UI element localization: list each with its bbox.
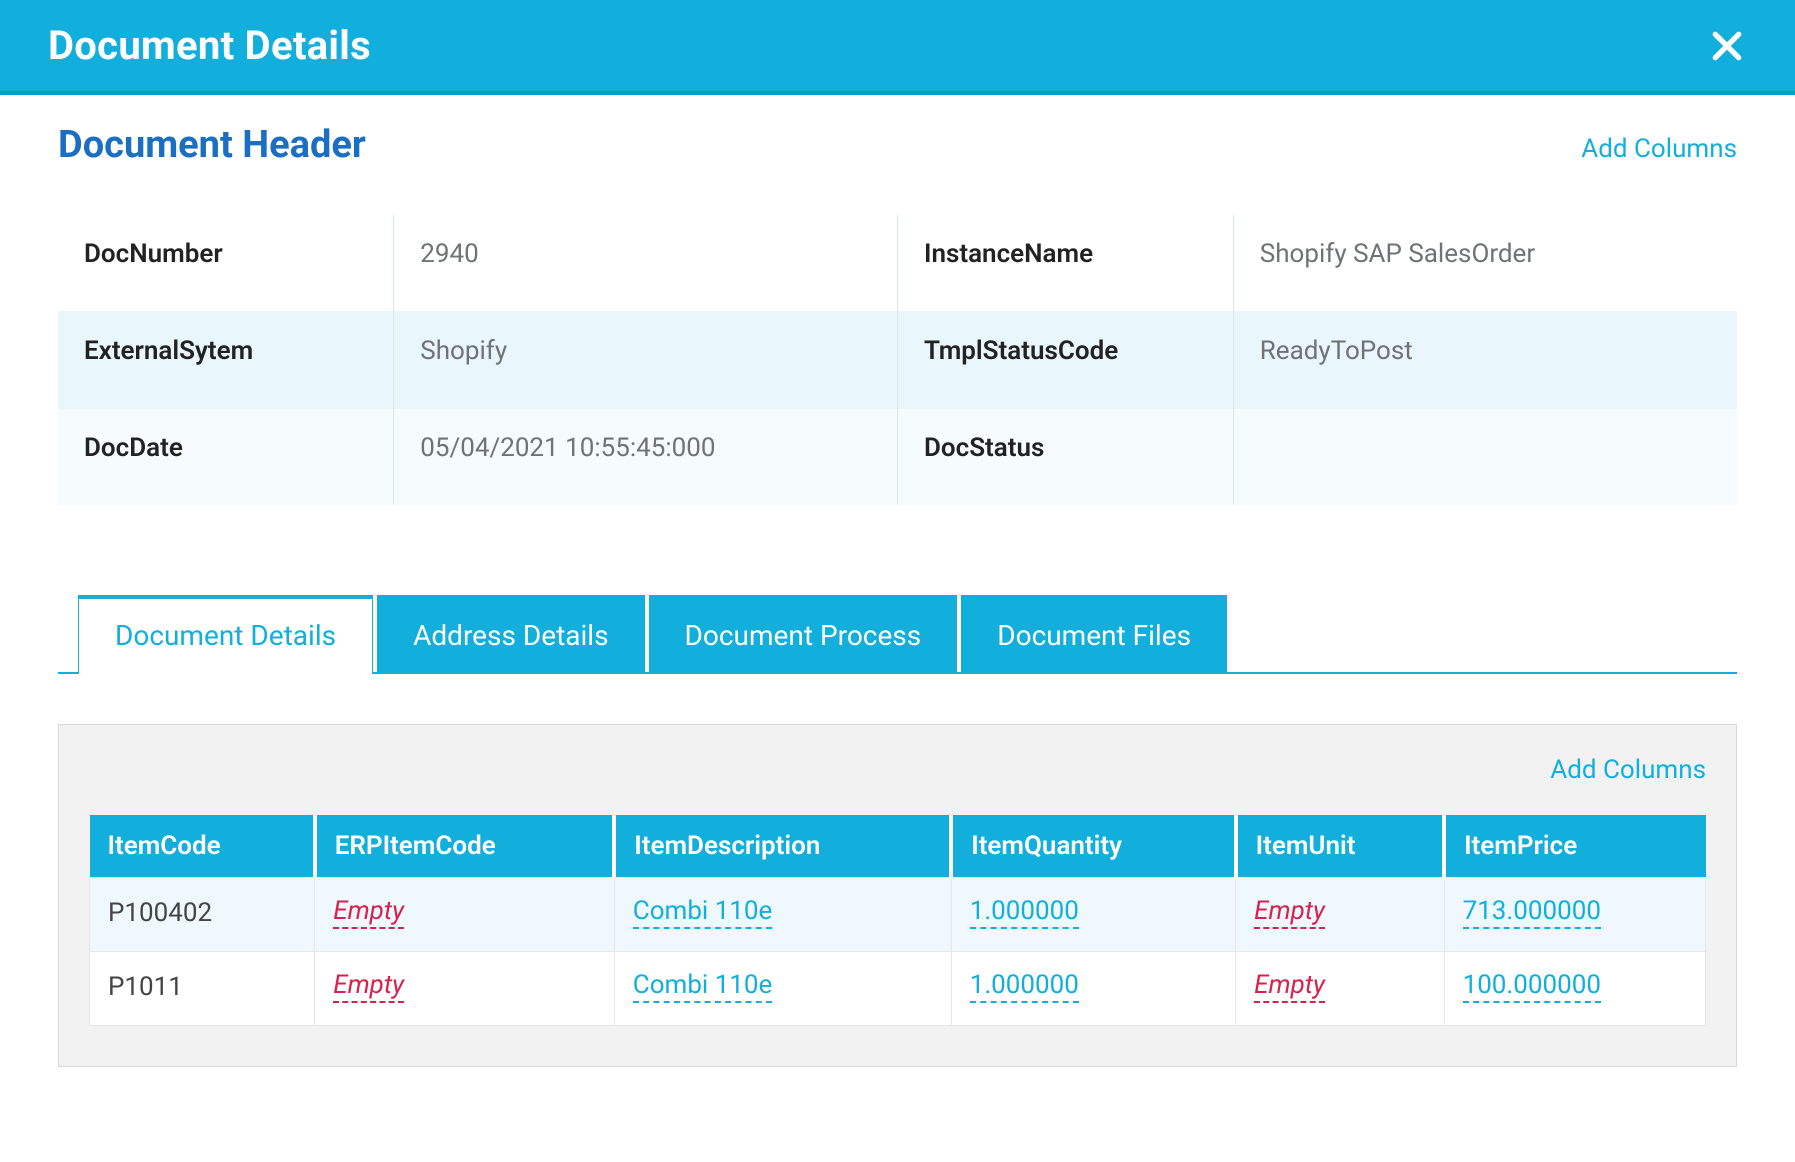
item-column-header[interactable]: ERPItemCode — [315, 815, 615, 878]
tab-document-details[interactable]: Document Details — [78, 595, 373, 674]
item-column-header[interactable]: ItemCode — [90, 815, 315, 878]
cell-link[interactable]: Combi 110e — [633, 970, 773, 1003]
item-cell-itemcode: P100402 — [90, 878, 315, 952]
item-cell-erpitemcode: Empty — [315, 952, 615, 1026]
add-columns-header-link[interactable]: Add Columns — [1581, 134, 1737, 164]
header-field-value — [1233, 409, 1737, 506]
header-field-label: InstanceName — [897, 215, 1233, 312]
item-cell-itemdescription: Combi 110e — [614, 878, 951, 952]
table-row: P1011 Empty Combi 110e 1.000000 Empty 100.000… — [90, 952, 1706, 1026]
header-field-label: DocDate — [58, 409, 394, 506]
empty-value[interactable]: Empty — [333, 896, 404, 929]
header-field-value: Shopify — [394, 312, 898, 409]
header-field-label: DocStatus — [897, 409, 1233, 506]
header-section-head: Document Header Add Columns — [58, 123, 1737, 167]
empty-value[interactable]: Empty — [1254, 896, 1325, 929]
empty-value[interactable]: Empty — [1254, 970, 1325, 1003]
item-cell-itemprice: 100.000000 — [1444, 952, 1705, 1026]
document-header-title: Document Header — [58, 123, 366, 167]
header-field-value: 05/04/2021 10:55:45:000 — [394, 409, 898, 506]
cell-text: P1011 — [108, 972, 183, 1002]
tabs: Document DetailsAddress DetailsDocument … — [58, 595, 1737, 674]
document-header-table: DocNumber2940InstanceNameShopify SAP Sal… — [58, 215, 1737, 505]
add-columns-details-link[interactable]: Add Columns — [1550, 755, 1706, 785]
item-column-header[interactable]: ItemDescription — [614, 815, 951, 878]
item-table: ItemCodeERPItemCodeItemDescriptionItemQu… — [89, 815, 1706, 1026]
header-field-label: DocNumber — [58, 215, 394, 312]
item-cell-itemdescription: Combi 110e — [614, 952, 951, 1026]
header-field-value: ReadyToPost — [1233, 312, 1737, 409]
table-row: P100402 Empty Combi 110e 1.000000 Empty 713.0… — [90, 878, 1706, 952]
cell-text: P100402 — [108, 898, 212, 928]
tab-address-details[interactable]: Address Details — [377, 595, 644, 672]
header-field-value: 2940 — [394, 215, 898, 312]
tab-document-process[interactable]: Document Process — [649, 595, 958, 672]
modal-titlebar: Document Details — [0, 0, 1795, 95]
item-cell-erpitemcode: Empty — [315, 878, 615, 952]
details-panel-head: Add Columns — [89, 755, 1706, 785]
modal-body: Document Header Add Columns DocNumber294… — [0, 95, 1795, 1127]
item-cell-itemquantity: 1.000000 — [951, 952, 1235, 1026]
item-cell-itemcode: P1011 — [90, 952, 315, 1026]
close-icon[interactable] — [1707, 26, 1747, 66]
header-field-value: Shopify SAP SalesOrder — [1233, 215, 1737, 312]
item-cell-itemquantity: 1.000000 — [951, 878, 1235, 952]
item-column-header[interactable]: ItemPrice — [1444, 815, 1705, 878]
tab-document-files[interactable]: Document Files — [961, 595, 1227, 672]
item-cell-itemunit: Empty — [1236, 878, 1444, 952]
header-row: DocDate05/04/2021 10:55:45:000DocStatus — [58, 409, 1737, 506]
empty-value[interactable]: Empty — [333, 970, 404, 1003]
cell-link[interactable]: Combi 110e — [633, 896, 773, 929]
details-panel: Add Columns ItemCodeERPItemCodeItemDescr… — [58, 724, 1737, 1067]
item-column-header[interactable]: ItemUnit — [1236, 815, 1444, 878]
header-field-label: TmplStatusCode — [897, 312, 1233, 409]
cell-link[interactable]: 1.000000 — [970, 896, 1079, 929]
header-row: DocNumber2940InstanceNameShopify SAP Sal… — [58, 215, 1737, 312]
item-cell-itemunit: Empty — [1236, 952, 1444, 1026]
item-column-header[interactable]: ItemQuantity — [951, 815, 1235, 878]
cell-link[interactable]: 1.000000 — [970, 970, 1079, 1003]
header-field-label: ExternalSytem — [58, 312, 394, 409]
cell-link[interactable]: 100.000000 — [1463, 970, 1601, 1003]
modal-title: Document Details — [48, 22, 371, 69]
item-cell-itemprice: 713.000000 — [1444, 878, 1705, 952]
header-row: ExternalSytemShopifyTmplStatusCodeReadyT… — [58, 312, 1737, 409]
cell-link[interactable]: 713.000000 — [1463, 896, 1601, 929]
